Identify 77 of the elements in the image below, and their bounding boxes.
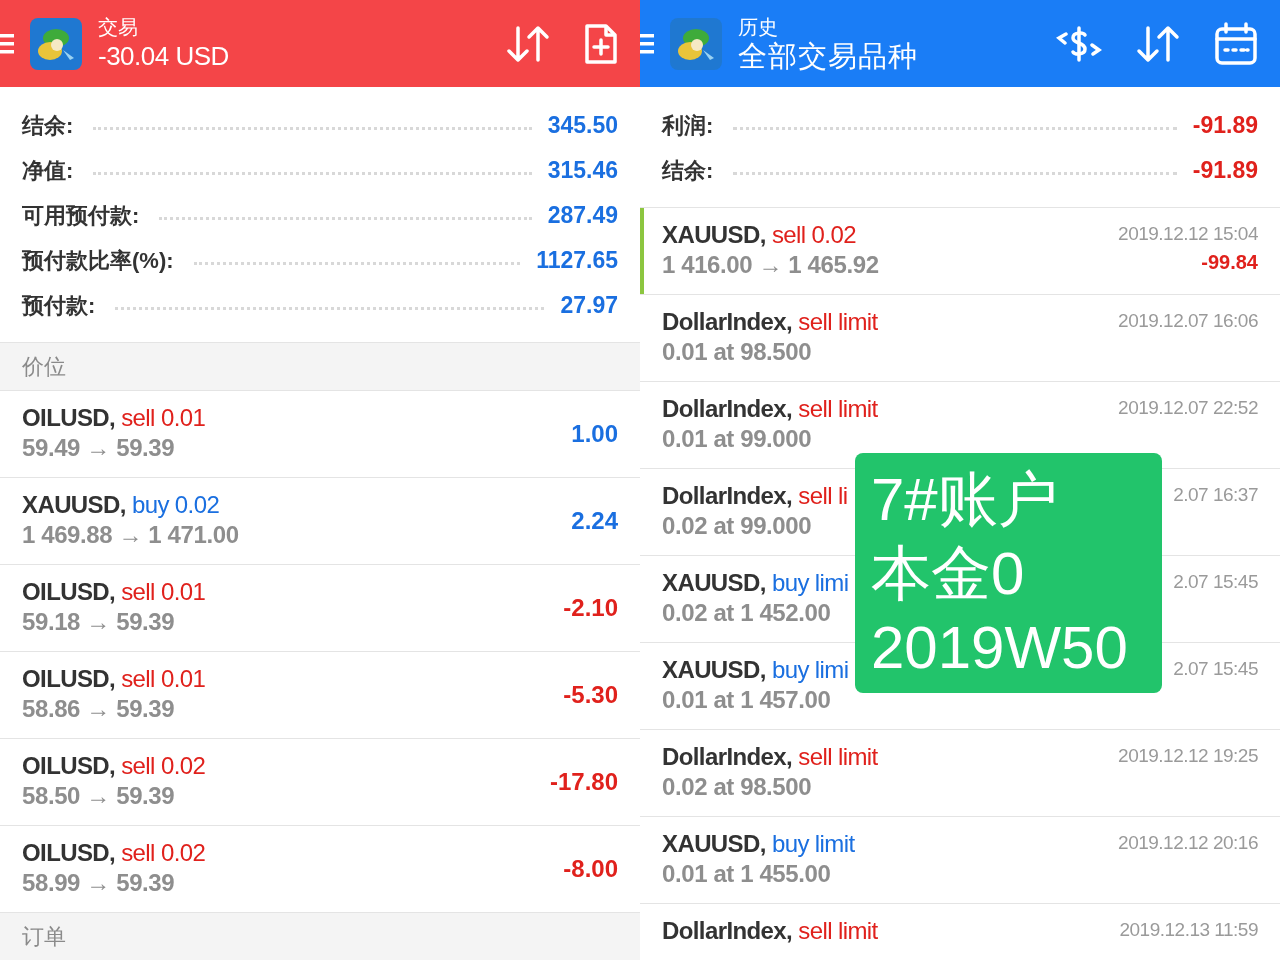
deal-time: 2019.12.07 22:52 <box>1118 396 1258 420</box>
app-logo-icon <box>670 17 722 70</box>
position-title: OILUSD, sell 0.02 <box>22 751 206 781</box>
deal-profit: -99.84 <box>1201 250 1258 275</box>
position-profit: -8.00 <box>563 855 618 883</box>
deal-detail: 0.01 at 1 455.00 <box>662 859 831 889</box>
summary-value: -91.89 <box>1192 112 1258 139</box>
menu-icon[interactable] <box>0 32 14 55</box>
note-text: 7#账户 <box>871 465 1058 535</box>
currency-exchange-icon[interactable] <box>1056 25 1102 62</box>
summary-value: 345.50 <box>547 112 618 139</box>
deal-title[interactable]: DollarIndex, sell limit <box>662 307 878 337</box>
position-title: OILUSD, sell 0.01 <box>22 577 206 607</box>
deal-detail: 0.01 at 98.500 <box>662 337 812 367</box>
summary-value: 287.49 <box>547 202 618 229</box>
summary-label: 利润: <box>662 111 714 140</box>
deal-title[interactable]: XAUUSD, buy limi <box>662 568 849 598</box>
deal-time: 2.07 15:45 <box>1173 657 1258 681</box>
position-title: OILUSD, sell 0.01 <box>22 664 206 694</box>
summary-value: 27.97 <box>560 292 618 319</box>
position-title: XAUUSD, buy 0.02 <box>22 490 220 520</box>
summary-label: 预付款: <box>22 291 96 320</box>
position-title: OILUSD, sell 0.02 <box>22 838 206 868</box>
summary-label: 净值: <box>22 156 74 185</box>
deal-title[interactable]: DollarIndex, sell limit <box>662 742 878 772</box>
summary-value: -91.89 <box>1192 157 1258 184</box>
position-profit: 2.24 <box>571 507 618 535</box>
section-title: 订单 <box>22 922 66 951</box>
summary-value: 315.46 <box>547 157 618 184</box>
summary-label: 结余: <box>662 156 714 185</box>
deal-detail: 0.02 at 98.500 <box>662 772 812 802</box>
deal-time: 2.07 15:45 <box>1173 570 1258 594</box>
summary-label: 结余: <box>22 111 74 140</box>
summary-value: 1127.65 <box>536 247 618 274</box>
profit-total: -30.04 USD <box>98 39 229 73</box>
menu-icon[interactable] <box>640 32 654 55</box>
calendar-icon[interactable] <box>1214 21 1258 66</box>
deal-detail: 0.02 at 99.000 <box>662 511 812 541</box>
screen-title: 历史 <box>738 14 778 39</box>
app-logo-icon <box>30 17 82 70</box>
position-profit: -2.10 <box>563 594 618 622</box>
deal-detail: 0.01 at 99.000 <box>662 424 812 454</box>
summary-label: 可用预付款: <box>22 201 140 230</box>
deal-time: 2019.12.13 11:59 <box>1119 918 1258 942</box>
price-change: 1 469.88 → 1 471.00 <box>22 520 239 550</box>
summary-label: 预付款比率(%): <box>22 246 174 275</box>
sort-icon[interactable] <box>1136 23 1180 64</box>
deal-time: 2019.12.12 19:25 <box>1118 744 1258 768</box>
note-text: 本金0 <box>871 539 1025 609</box>
price-change: 58.86 → 59.39 <box>22 694 175 724</box>
deal-title[interactable]: DollarIndex, sell li <box>662 481 848 511</box>
price-change: 59.18 → 59.39 <box>22 607 175 637</box>
deal-detail: 0.02 at 1 452.00 <box>662 598 831 628</box>
price-change: 59.49 → 59.39 <box>22 433 175 463</box>
deal-title[interactable]: XAUUSD, buy limit <box>662 829 855 859</box>
price-change: 58.50 → 59.39 <box>22 781 175 811</box>
position-title: OILUSD, sell 0.01 <box>22 403 206 433</box>
price-change: 58.99 → 59.39 <box>22 868 175 898</box>
deal-title[interactable]: XAUUSD, buy limi <box>662 655 849 685</box>
deal-time: 2019.12.12 15:04 <box>1118 222 1258 246</box>
note-text: 2019W50 <box>871 613 1128 683</box>
position-profit: -17.80 <box>549 768 618 796</box>
position-profit: 1.00 <box>571 420 618 448</box>
new-document-icon[interactable] <box>584 22 618 65</box>
symbol-filter[interactable]: 全部交易品种 <box>738 38 918 73</box>
screen-title: 交易 <box>98 14 138 39</box>
deal-title[interactable]: DollarIndex, sell limit <box>662 916 878 946</box>
deal-time: 2019.12.07 16:06 <box>1118 309 1258 333</box>
sort-icon[interactable] <box>506 23 550 64</box>
deal-title[interactable]: XAUUSD, sell 0.02 <box>662 220 856 250</box>
deal-title[interactable]: DollarIndex, sell limit <box>662 394 878 424</box>
deal-time: 2.07 16:37 <box>1173 483 1258 507</box>
section-title: 价位 <box>22 352 66 381</box>
deal-detail: 0.01 at 1 457.00 <box>662 685 831 715</box>
deal-detail: 1 416.00 → 1 465.92 <box>662 250 879 280</box>
deal-time: 2019.12.12 20:16 <box>1118 831 1258 855</box>
position-profit: -5.30 <box>563 681 618 709</box>
